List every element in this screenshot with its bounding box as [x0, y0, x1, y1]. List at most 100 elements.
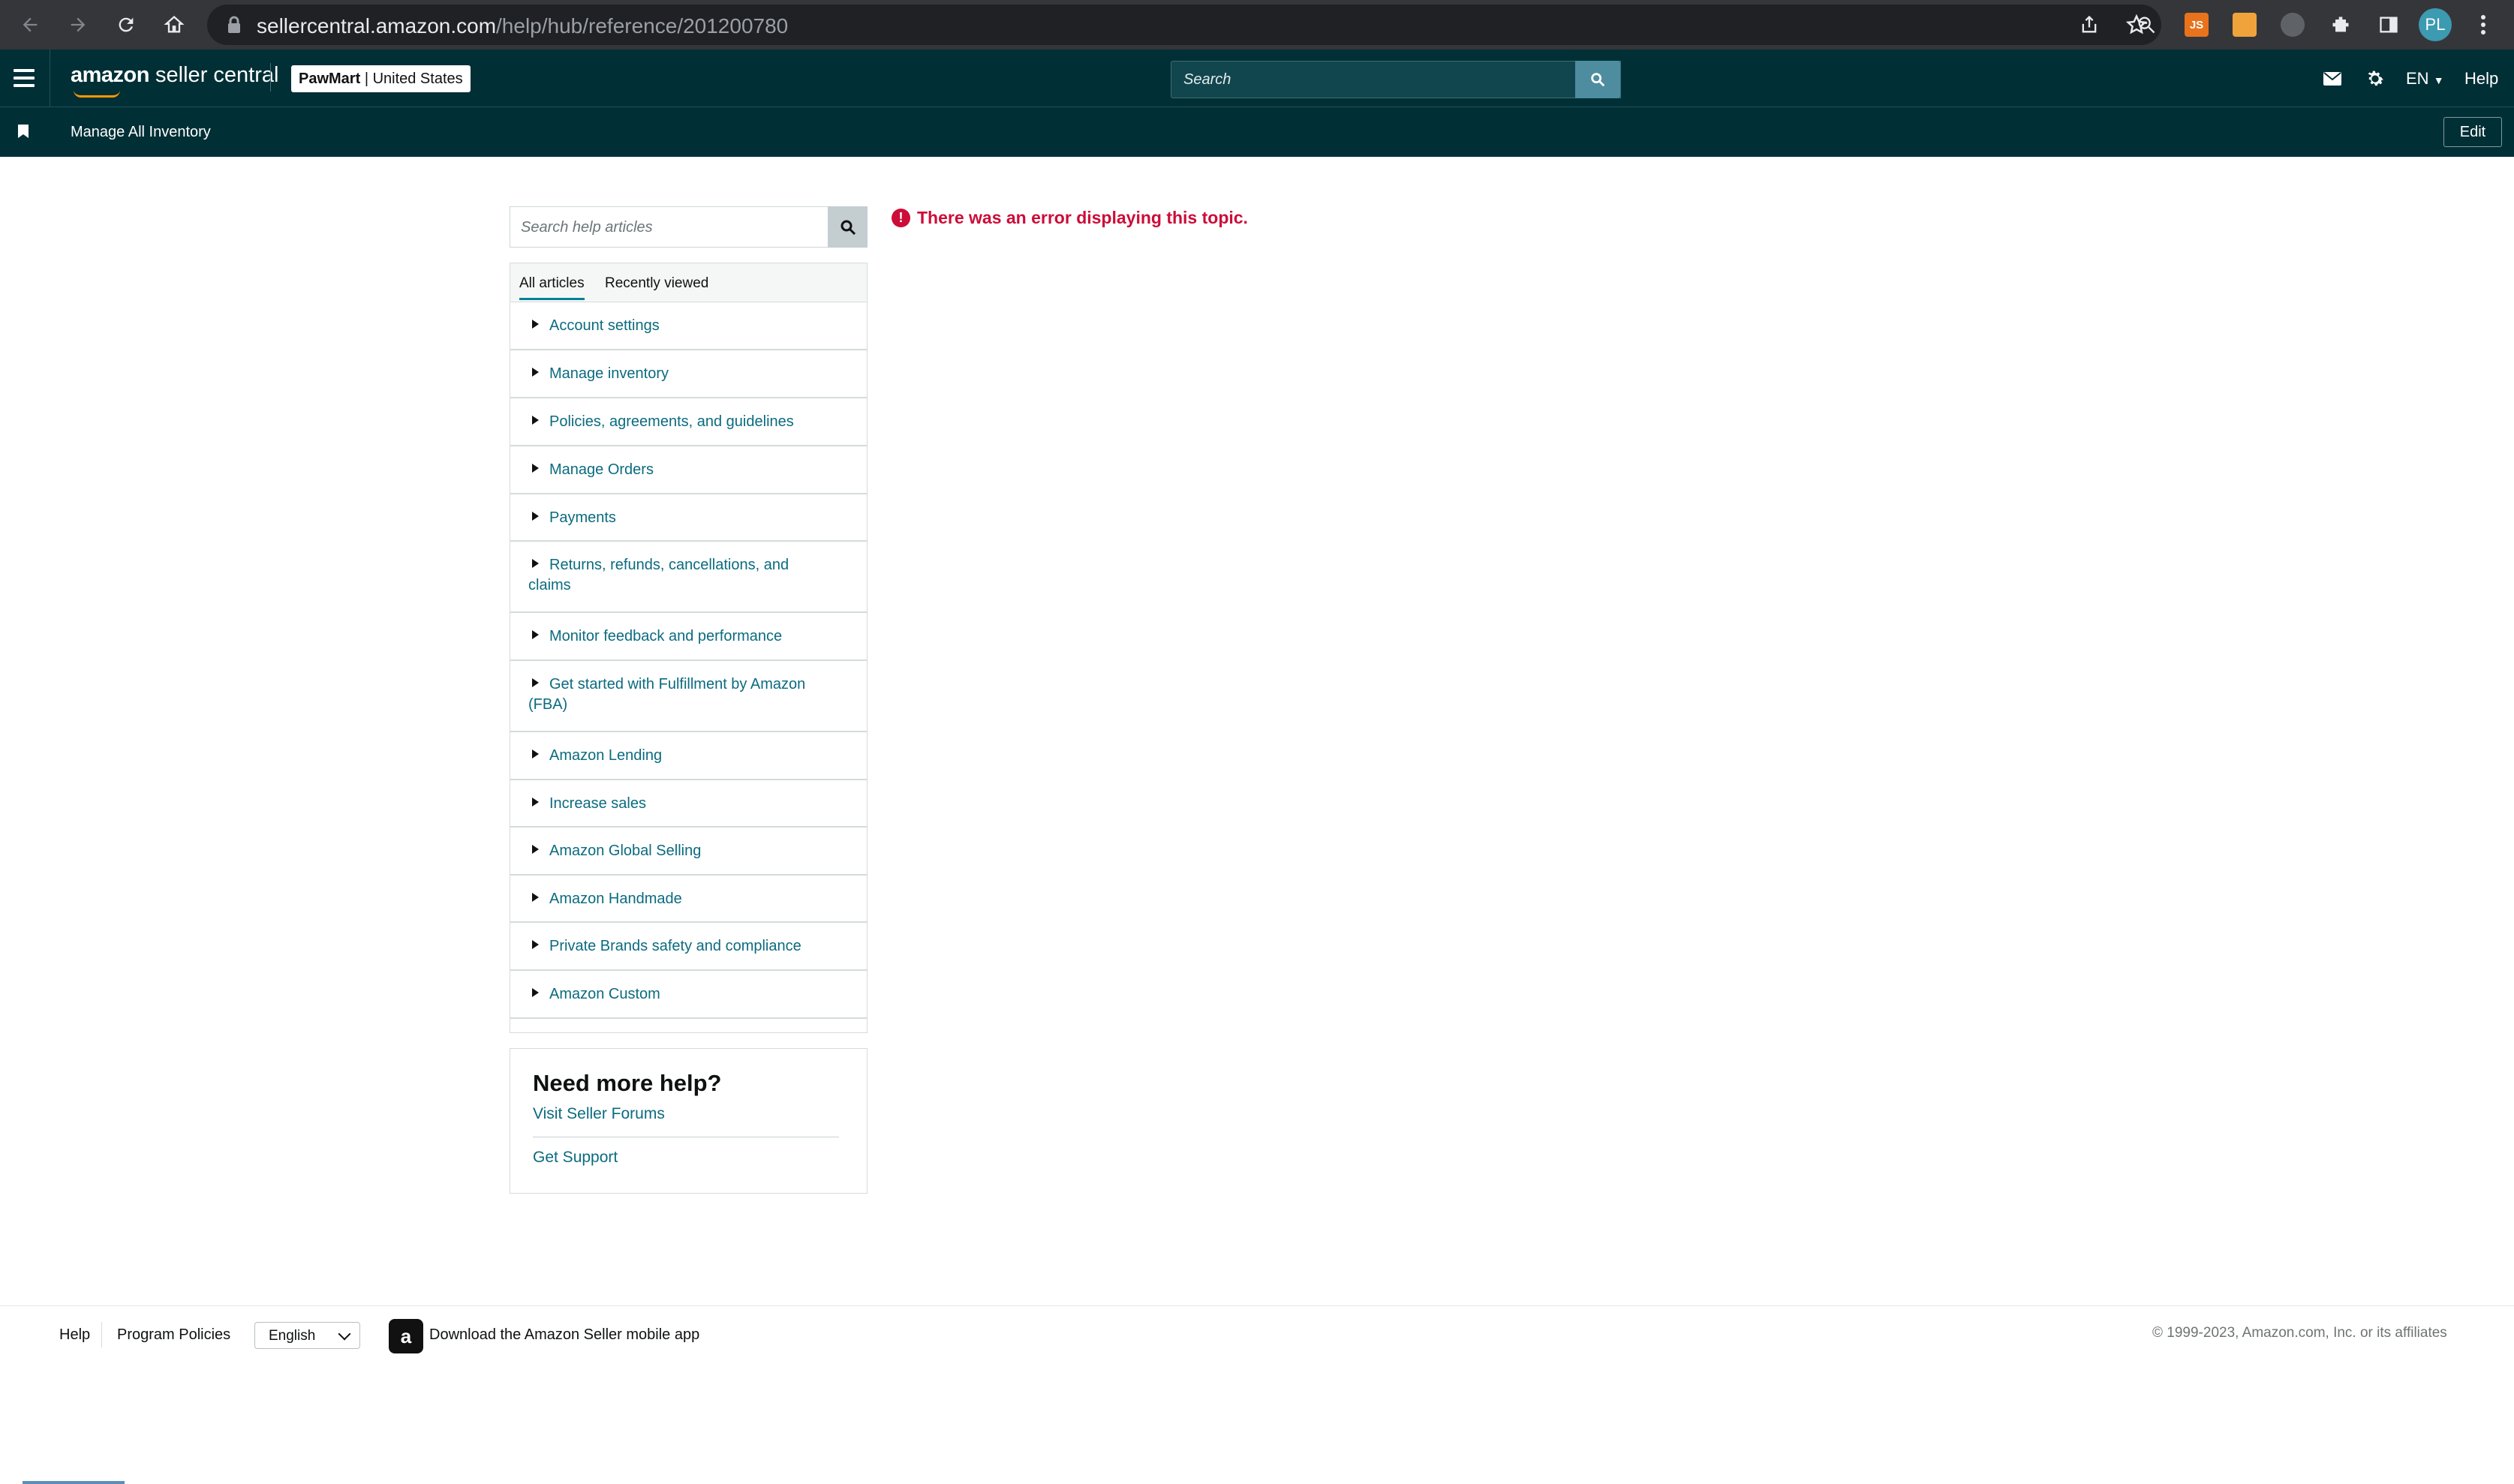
nav-item-private-brands[interactable]: Private Brands safety and compliance	[510, 923, 867, 971]
article-tabs: All articles Recently viewed	[510, 263, 867, 302]
footer-copyright: © 1999-2023, Amazon.com, Inc. or its aff…	[2152, 1325, 2447, 1341]
forward-arrow-icon[interactable]	[60, 7, 96, 43]
get-support-link[interactable]: Get Support	[533, 1149, 618, 1167]
help-navigation-panel: All articles Recently viewed Account set…	[510, 263, 868, 1033]
nav-item-label: Returns, refunds, cancellations, and	[549, 557, 789, 573]
reload-icon[interactable]	[108, 7, 144, 43]
expand-triangle-icon	[532, 320, 539, 329]
footer-program-policies-link[interactable]: Program Policies	[117, 1326, 230, 1344]
visit-seller-forums-link[interactable]: Visit Seller Forums	[533, 1105, 665, 1123]
expand-triangle-icon	[532, 893, 539, 902]
error-message: There was an error displaying this topic…	[917, 208, 1248, 227]
nav-item-returns-refunds[interactable]: Returns, refunds, cancellations, and clai…	[510, 542, 867, 613]
js-extension-icon[interactable]: JS	[2179, 7, 2215, 43]
language-selector[interactable]: EN ▼	[2406, 69, 2444, 89]
nav-item-policies[interactable]: Policies, agreements, and guidelines	[510, 398, 867, 446]
nav-item-label: Amazon Custom	[549, 986, 660, 1002]
header-search-button[interactable]	[1575, 61, 1620, 98]
hamburger-menu-icon[interactable]	[14, 69, 35, 87]
address-bar[interactable]: sellercentral.amazon.com/help/hub/refere…	[207, 5, 2161, 45]
lock-icon	[228, 16, 240, 33]
footer-divider	[0, 1305, 2514, 1306]
url-text: sellercentral.amazon.com/help/hub/refere…	[257, 14, 788, 38]
nav-item-label: Manage inventory	[549, 365, 669, 382]
tab-all-articles[interactable]: All articles	[519, 275, 585, 300]
expand-triangle-icon	[532, 464, 539, 473]
search-icon	[1591, 73, 1605, 87]
nav-item-monitor-feedback[interactable]: Monitor feedback and performance	[510, 613, 867, 661]
expand-triangle-icon	[532, 845, 539, 854]
nav-item-label: Increase sales	[549, 795, 646, 812]
home-icon[interactable]	[156, 7, 192, 43]
chevron-down-icon: ▼	[2433, 74, 2444, 86]
logo-amazon-text: amazon	[71, 63, 149, 87]
expand-triangle-icon	[532, 559, 539, 568]
nav-item-amazon-custom[interactable]: Amazon Custom	[510, 971, 867, 1019]
nav-item-label-continued: (FBA)	[528, 696, 568, 713]
browser-toolbar: sellercentral.amazon.com/help/hub/refere…	[0, 0, 2514, 50]
nav-item-account-settings[interactable]: Account settings	[510, 302, 867, 350]
nav-item-label-continued: claims	[528, 577, 571, 593]
nav-item-label: Amazon Handmade	[549, 891, 682, 907]
url-path: /help/hub/reference/201200780	[496, 14, 789, 38]
logo-smile-icon	[74, 90, 120, 98]
nav-item-label: Manage Orders	[549, 461, 654, 478]
expand-triangle-icon	[532, 750, 539, 759]
expand-triangle-icon	[532, 798, 539, 807]
language-label: EN	[2406, 69, 2429, 88]
settings-gear-icon[interactable]	[2364, 68, 2386, 90]
puzzle-extensions-icon[interactable]	[2323, 7, 2359, 43]
nav-item-manage-orders[interactable]: Manage Orders	[510, 446, 867, 494]
footer-language-select[interactable]: English	[254, 1322, 360, 1349]
header-help-link[interactable]: Help	[2464, 69, 2498, 89]
download-app-link[interactable]: Download the Amazon Seller mobile app	[429, 1326, 699, 1344]
edit-bookmarks-button[interactable]: Edit	[2443, 117, 2502, 147]
nav-item-amazon-handmade[interactable]: Amazon Handmade	[510, 876, 867, 923]
side-panel-icon[interactable]	[2371, 7, 2407, 43]
tools-extension-icon[interactable]	[2275, 7, 2311, 43]
bookmark-star-icon[interactable]	[2119, 7, 2155, 43]
mail-icon[interactable]	[2321, 68, 2344, 90]
nav-item-amazon-lending[interactable]: Amazon Lending	[510, 732, 867, 780]
browser-menu-icon[interactable]	[2465, 7, 2501, 43]
logo-product-text: seller central	[155, 63, 279, 87]
nav-item-label: Payments	[549, 509, 616, 526]
expand-triangle-icon	[532, 416, 539, 425]
seller-central-logo[interactable]: amazon seller central	[71, 63, 278, 88]
search-icon	[841, 220, 856, 235]
tab-recently-viewed[interactable]: Recently viewed	[605, 275, 708, 292]
nav-item-label: Account settings	[549, 317, 660, 334]
help-search-input[interactable]: Search help articles	[510, 206, 828, 248]
expand-triangle-icon	[532, 512, 539, 521]
nav-item-label: Monitor feedback and performance	[549, 628, 783, 644]
amazon-seller-app-icon[interactable]: a	[389, 1319, 423, 1353]
nav-item-manage-inventory[interactable]: Manage inventory	[510, 350, 867, 398]
bookmark-icon[interactable]	[17, 124, 29, 139]
expand-triangle-icon	[532, 630, 539, 639]
bookmark-manage-inventory[interactable]: Manage All Inventory	[71, 124, 211, 141]
nav-item-label: Amazon Lending	[549, 747, 663, 764]
footer-help-link[interactable]: Help	[59, 1326, 90, 1344]
error-alert-icon: !	[892, 209, 910, 227]
nav-item-global-selling[interactable]: Amazon Global Selling	[510, 828, 867, 876]
nav-item-increase-sales[interactable]: Increase sales	[510, 780, 867, 828]
expand-triangle-icon	[532, 940, 539, 949]
nav-item-payments[interactable]: Payments	[510, 494, 867, 542]
nav-item-label: Amazon Global Selling	[549, 843, 702, 859]
profile-avatar[interactable]: PL	[2417, 7, 2453, 43]
nav-item-fba[interactable]: Get started with Fulfillment by Amazon (F…	[510, 661, 867, 732]
footer-language-value: English	[269, 1328, 316, 1344]
back-arrow-icon[interactable]	[12, 7, 48, 43]
store-switcher[interactable]: PawMart | United States	[291, 65, 471, 92]
header-search-input[interactable]: Search	[1171, 61, 1621, 98]
nav-item-label: Private Brands safety and compliance	[549, 938, 801, 954]
help-search-button[interactable]	[828, 206, 868, 248]
image-extension-icon[interactable]	[2227, 7, 2263, 43]
share-icon[interactable]	[2071, 7, 2107, 43]
nav-item-label: Policies, agreements, and guidelines	[549, 413, 794, 430]
store-divider	[270, 63, 271, 92]
header-search-placeholder: Search	[1183, 71, 1231, 88]
store-region: | United States	[364, 70, 463, 87]
bookmark-bar	[0, 107, 2514, 157]
expand-triangle-icon	[532, 678, 539, 687]
